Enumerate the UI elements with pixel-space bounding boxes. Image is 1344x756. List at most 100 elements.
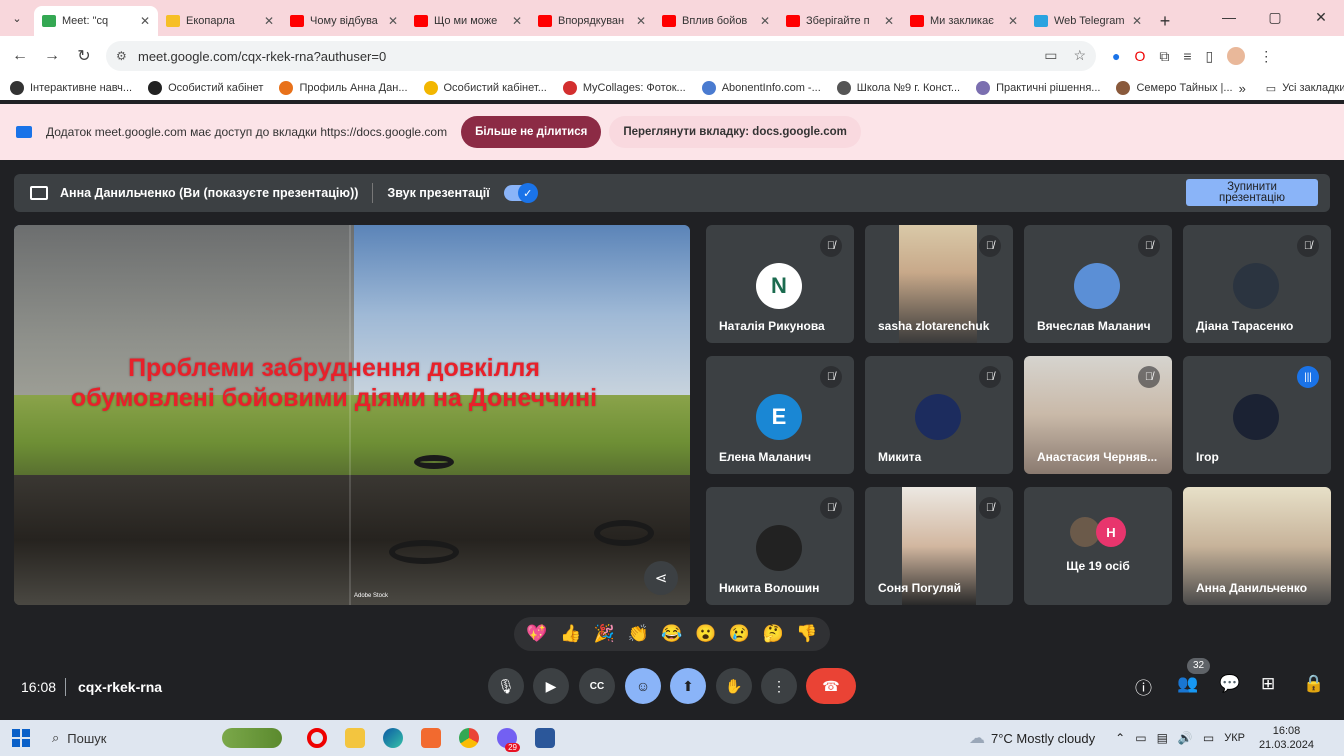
- close-tab-icon[interactable]: ✕: [884, 14, 894, 28]
- leave-call-button[interactable]: ☎: [806, 668, 856, 704]
- battery-icon[interactable]: ▭: [1203, 731, 1214, 745]
- participant-tile[interactable]: E Елена Маланич 🎙̸: [706, 356, 854, 474]
- chat-icon[interactable]: 💬: [1219, 674, 1240, 694]
- present-button[interactable]: ⬆: [670, 668, 706, 704]
- participant-tile[interactable]: Соня Погуляй 🎙̸: [865, 487, 1013, 605]
- more-bookmarks-icon[interactable]: »: [1239, 81, 1246, 96]
- minimize-button[interactable]: —: [1206, 0, 1252, 34]
- show-hidden-icons[interactable]: ⌃: [1115, 731, 1125, 745]
- profile-avatar[interactable]: [1227, 47, 1246, 65]
- browser-tab[interactable]: Web Telegram ✕: [1026, 6, 1150, 36]
- participant-tile[interactable]: Анна Данильченко: [1183, 487, 1331, 605]
- reaction-emoji-button[interactable]: 🤔: [763, 624, 784, 644]
- all-bookmarks-folder[interactable]: ▭ Усі закладки: [1266, 82, 1344, 95]
- word-app-icon[interactable]: [526, 720, 564, 756]
- tab-search-button[interactable]: ⌄: [0, 0, 34, 36]
- host-controls-icon[interactable]: 🔒: [1303, 674, 1324, 694]
- forward-button[interactable]: →: [36, 47, 68, 65]
- tray-app-icon[interactable]: ▭: [1135, 731, 1146, 745]
- language-indicator[interactable]: УКР: [1224, 732, 1245, 744]
- bookmark-item[interactable]: Семеро Тайных |...: [1116, 81, 1233, 95]
- volume-icon[interactable]: 🔊: [1178, 731, 1193, 745]
- participant-tile[interactable]: Анастасия Черняв... 🎙̸: [1024, 356, 1172, 474]
- close-tab-icon[interactable]: ✕: [1132, 14, 1142, 28]
- viber-app-icon[interactable]: 29: [488, 720, 526, 756]
- stop-sharing-button[interactable]: Більше не ділитися: [461, 116, 602, 148]
- site-info-icon[interactable]: ⚙: [116, 49, 127, 63]
- file-explorer-icon[interactable]: [336, 720, 374, 756]
- start-button[interactable]: [0, 720, 42, 756]
- participant-tile[interactable]: Ігор |||: [1183, 356, 1331, 474]
- browser-tab[interactable]: Чому відбува ✕: [282, 6, 406, 36]
- weather-text[interactable]: 7°C Mostly cloudy: [991, 731, 1095, 746]
- bookmark-item[interactable]: Практичні рішення...: [976, 81, 1100, 95]
- close-tab-icon[interactable]: ✕: [512, 14, 522, 28]
- reaction-emoji-button[interactable]: 😂: [661, 624, 682, 644]
- extensions-puzzle-icon[interactable]: ⧉: [1159, 48, 1169, 65]
- opera-app-icon[interactable]: [298, 720, 336, 756]
- reaction-emoji-button[interactable]: 😢: [729, 624, 750, 644]
- bookmark-item[interactable]: Школа №9 г. Конст...: [836, 81, 960, 95]
- participant-tile[interactable]: sasha zlotarenchuk 🎙̸: [865, 225, 1013, 343]
- bookmark-item[interactable]: Профиль Анна Дан...: [279, 81, 408, 95]
- reaction-emoji-button[interactable]: 👍: [560, 624, 581, 644]
- stop-presenting-button[interactable]: Зупинити презентацію: [1186, 179, 1318, 206]
- camera-in-use-icon[interactable]: ▭: [1044, 47, 1057, 64]
- presentation-audio-toggle[interactable]: ✓: [503, 183, 538, 203]
- network-icon[interactable]: ▤: [1157, 731, 1168, 745]
- browser-tab[interactable]: Екопарла ✕: [158, 6, 282, 36]
- reaction-emoji-button[interactable]: 🎉: [594, 624, 615, 644]
- reactions-button[interactable]: ☺: [625, 668, 661, 704]
- close-tab-icon[interactable]: ✕: [388, 14, 398, 28]
- browser-tab[interactable]: Впорядкуван ✕: [530, 6, 654, 36]
- browser-tab[interactable]: Вплив бойов ✕: [654, 6, 778, 36]
- reaction-emoji-button[interactable]: 👎: [796, 624, 817, 644]
- bookmark-item[interactable]: Інтерактивне навч...: [10, 81, 132, 95]
- media-controls-icon[interactable]: ≡: [1183, 48, 1191, 64]
- bookmark-item[interactable]: Особистий кабінет: [148, 81, 263, 95]
- browser-tab[interactable]: Що ми може ✕: [406, 6, 530, 36]
- reload-button[interactable]: ↻: [68, 46, 100, 66]
- chrome-app-icon[interactable]: [450, 720, 488, 756]
- browser-tab[interactable]: Ми закликає ✕: [902, 6, 1026, 36]
- address-bar[interactable]: ⚙ meet.google.com/cqx-rkek-rna?authuser=…: [106, 41, 1096, 71]
- bookmark-item[interactable]: Особистий кабінет...: [423, 81, 547, 95]
- more-options-button[interactable]: ⋮: [761, 668, 797, 704]
- close-tab-icon[interactable]: ✕: [1008, 14, 1018, 28]
- participant-tile[interactable]: Діана Тарасенко 🎙̸: [1183, 225, 1331, 343]
- participant-tile[interactable]: Никита Волошин 🎙̸: [706, 487, 854, 605]
- camera-button[interactable]: ▶: [533, 668, 569, 704]
- close-window-button[interactable]: ✕: [1298, 0, 1344, 34]
- taskbar-search[interactable]: ⌕ Пошук: [42, 720, 212, 756]
- taskbar-clock[interactable]: 16:08 21.03.2024: [1259, 724, 1314, 752]
- participant-tile[interactable]: Вячеслав Маланич 🎙̸: [1024, 225, 1172, 343]
- microphone-button[interactable]: 🎙: [488, 668, 524, 704]
- extension-icon[interactable]: ●: [1112, 48, 1120, 64]
- close-tab-icon[interactable]: ✕: [140, 14, 150, 28]
- side-panel-icon[interactable]: ▯: [1206, 48, 1214, 65]
- reaction-emoji-button[interactable]: 👏: [628, 624, 649, 644]
- bookmark-star-icon[interactable]: ☆: [1073, 47, 1086, 64]
- meeting-info-icon[interactable]: ⓘ: [1135, 674, 1152, 699]
- participant-tile[interactable]: N Наталія Рикунова 🎙̸: [706, 225, 854, 343]
- activities-icon[interactable]: ⊞: [1261, 674, 1275, 694]
- captions-button[interactable]: CC: [579, 668, 615, 704]
- close-tab-icon[interactable]: ✕: [636, 14, 646, 28]
- bookmark-item[interactable]: MyCollages: Фоток...: [562, 81, 686, 95]
- opera-extension-icon[interactable]: O: [1134, 48, 1145, 64]
- people-icon[interactable]: 👥: [1177, 674, 1198, 694]
- browser-menu-icon[interactable]: ⋮: [1259, 48, 1273, 65]
- share-icon[interactable]: ⋖: [644, 561, 678, 595]
- edge-app-icon[interactable]: [374, 720, 412, 756]
- raise-hand-button[interactable]: ✋: [716, 668, 752, 704]
- reaction-emoji-button[interactable]: 💖: [526, 624, 547, 644]
- maximize-button[interactable]: ▢: [1252, 0, 1298, 34]
- browser-tab[interactable]: Meet: "cq ✕: [34, 6, 158, 36]
- search-highlight-tree-icon[interactable]: [212, 720, 292, 756]
- close-tab-icon[interactable]: ✕: [264, 14, 274, 28]
- reaction-emoji-button[interactable]: 😮: [695, 624, 716, 644]
- media-app-icon[interactable]: [412, 720, 450, 756]
- close-tab-icon[interactable]: ✕: [760, 14, 770, 28]
- new-tab-button[interactable]: +: [1150, 6, 1180, 36]
- participant-tile[interactable]: Микита 🎙̸: [865, 356, 1013, 474]
